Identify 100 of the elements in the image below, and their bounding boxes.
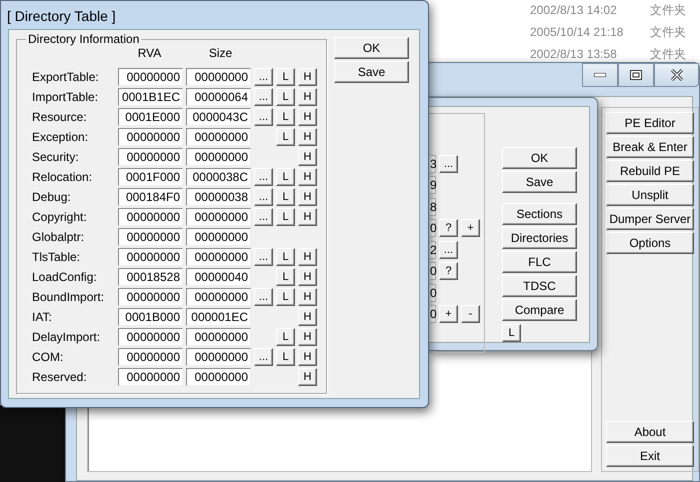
rva-field[interactable]: 0001B000 (118, 308, 183, 326)
browse-button[interactable]: ... (254, 208, 273, 226)
l-button[interactable]: L (276, 128, 295, 146)
side-button[interactable]: Options (606, 232, 694, 254)
rva-field[interactable]: 00018528 (118, 268, 183, 286)
tool-button[interactable]: TDSC (502, 275, 577, 297)
close-button[interactable] (654, 63, 699, 87)
l-button[interactable]: L (276, 88, 295, 106)
size-field[interactable]: 00000000 (186, 148, 251, 166)
value-field[interactable]: 0 (430, 219, 436, 238)
size-field[interactable]: 00000000 (186, 228, 251, 246)
value-field[interactable]: 9 (430, 176, 436, 194)
h-button[interactable]: H (298, 128, 317, 146)
size-field[interactable]: 00000000 (186, 68, 251, 86)
h-button[interactable]: H (298, 148, 317, 166)
rva-field[interactable]: 00000000 (118, 68, 183, 86)
l-button[interactable]: L (276, 108, 295, 126)
value-field[interactable]: 0 (430, 305, 436, 324)
l-button[interactable]: L (276, 328, 295, 346)
rva-field[interactable]: 00000000 (118, 248, 183, 266)
rva-field[interactable]: 00000000 (118, 348, 183, 366)
rva-field[interactable]: 00000000 (118, 128, 183, 146)
h-button[interactable]: H (298, 208, 317, 226)
l-button[interactable]: L (276, 68, 295, 86)
size-field[interactable]: 000001EC (186, 308, 251, 326)
dialog-button[interactable]: OK (334, 37, 409, 59)
h-button[interactable]: H (298, 168, 317, 186)
browse-button[interactable]: ... (254, 108, 273, 126)
browse-button[interactable]: ... (254, 288, 273, 306)
rva-field[interactable]: 00000000 (118, 208, 183, 226)
h-button[interactable]: H (298, 328, 317, 346)
rva-field[interactable]: 00000000 (118, 328, 183, 346)
size-field[interactable]: 00000064 (186, 88, 251, 106)
size-field[interactable]: 00000000 (186, 368, 251, 386)
size-field[interactable]: 00000040 (186, 268, 251, 286)
h-button[interactable]: H (298, 68, 317, 86)
side-button[interactable]: PE Editor (606, 112, 694, 134)
h-button[interactable]: H (298, 88, 317, 106)
maximize-button[interactable] (618, 63, 654, 87)
dialog-button[interactable]: Save (502, 171, 577, 193)
h-button[interactable]: H (298, 188, 317, 206)
small-button[interactable]: ? (439, 262, 458, 280)
browse-button[interactable]: ... (254, 248, 273, 266)
browse-button[interactable]: ... (254, 348, 273, 366)
l-button[interactable]: L (276, 268, 295, 286)
tool-button[interactable]: Compare (502, 299, 577, 321)
h-button[interactable]: H (298, 268, 317, 286)
size-field[interactable]: 00000000 (186, 348, 251, 366)
size-field[interactable]: 00000000 (186, 128, 251, 146)
small-button[interactable]: ... (439, 154, 458, 173)
side-button[interactable]: Rebuild PE (606, 160, 694, 182)
h-button[interactable]: H (298, 308, 317, 326)
side-button[interactable]: Dumper Server (606, 208, 694, 230)
small-button[interactable]: L (502, 324, 521, 342)
h-button[interactable]: H (298, 368, 317, 386)
rva-field[interactable]: 00000000 (118, 288, 183, 306)
value-field[interactable]: 8 (430, 198, 436, 216)
rva-field[interactable]: 0001E000 (118, 108, 183, 126)
browse-button[interactable]: ... (254, 168, 273, 186)
h-button[interactable]: H (298, 348, 317, 366)
browse-button[interactable]: ... (254, 188, 273, 206)
side-button[interactable]: Break & Enter (606, 136, 694, 158)
h-button[interactable]: H (298, 108, 317, 126)
size-field[interactable]: 0000043C (186, 108, 251, 126)
small-button[interactable]: - (461, 305, 480, 324)
dialog-button[interactable]: OK (502, 147, 577, 169)
size-field[interactable]: 00000000 (186, 288, 251, 306)
small-button[interactable]: + (461, 219, 480, 238)
tool-button[interactable]: FLC (502, 251, 577, 273)
size-field[interactable]: 0000038C (186, 168, 251, 186)
l-button[interactable]: L (276, 188, 295, 206)
rva-field[interactable]: 00000000 (118, 228, 183, 246)
size-field[interactable]: 00000000 (186, 248, 251, 266)
small-button[interactable]: ? (439, 219, 458, 238)
l-button[interactable]: L (276, 208, 295, 226)
small-button[interactable]: + (439, 305, 458, 324)
value-field[interactable]: 3 (430, 154, 436, 173)
rva-field[interactable]: 00000000 (118, 368, 183, 386)
value-field[interactable]: 0 (430, 262, 436, 280)
l-button[interactable]: L (276, 248, 295, 266)
h-button[interactable]: H (298, 248, 317, 266)
side-button[interactable]: Exit (606, 445, 694, 467)
l-button[interactable]: L (276, 168, 295, 186)
side-button[interactable]: About (606, 421, 694, 443)
value-field[interactable]: 0 (430, 284, 436, 302)
h-button[interactable]: H (298, 288, 317, 306)
size-field[interactable]: 00000000 (186, 328, 251, 346)
rva-field[interactable]: 0001B1EC (118, 88, 183, 106)
side-button[interactable]: Unsplit (606, 184, 694, 206)
tool-button[interactable]: Directories (502, 227, 577, 249)
rva-field[interactable]: 0001F000 (118, 168, 183, 186)
dialog-button[interactable]: Save (334, 61, 409, 83)
size-field[interactable]: 00000038 (186, 188, 251, 206)
tool-button[interactable]: Sections (502, 203, 577, 225)
l-button[interactable]: L (276, 288, 295, 306)
browse-button[interactable]: ... (254, 68, 273, 86)
value-field[interactable]: 2 (430, 240, 436, 259)
l-button[interactable]: L (276, 348, 295, 366)
size-field[interactable]: 00000000 (186, 208, 251, 226)
browse-button[interactable]: ... (254, 88, 273, 106)
